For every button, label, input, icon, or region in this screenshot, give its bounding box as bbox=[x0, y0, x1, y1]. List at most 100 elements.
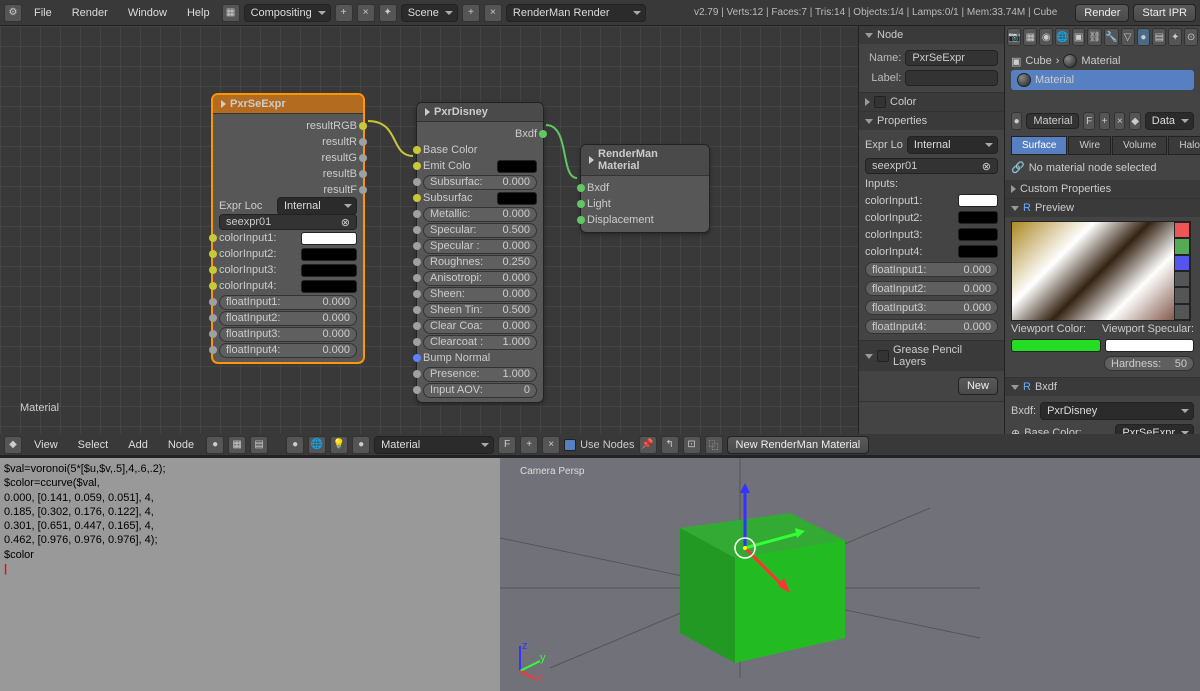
compositor-tree-icon[interactable]: ▦ bbox=[228, 436, 246, 454]
shader-tree-icon[interactable]: ● bbox=[206, 436, 224, 454]
texture-tree-icon[interactable]: ▤ bbox=[250, 436, 268, 454]
data-dropdown[interactable]: Data bbox=[1145, 112, 1194, 130]
modifiers-tab-icon[interactable]: 🔧 bbox=[1104, 28, 1118, 46]
halo-tab[interactable]: Halo bbox=[1168, 136, 1200, 155]
node-editor[interactable]: PxrSeExpr resultRGB resultR resultG resu… bbox=[0, 26, 858, 434]
floatinput4-field[interactable]: floatInput4:0.000 bbox=[219, 343, 357, 358]
preview-sky-icon[interactable] bbox=[1174, 304, 1190, 320]
material-browse-icon[interactable]: ● bbox=[352, 436, 370, 454]
color-swatch[interactable] bbox=[301, 248, 357, 261]
socket-light-in[interactable] bbox=[577, 200, 585, 208]
hardness-field[interactable]: Hardness:50 bbox=[1104, 356, 1194, 371]
select-menu[interactable]: Select bbox=[70, 436, 117, 454]
preview-monkey-icon[interactable] bbox=[1174, 271, 1190, 287]
world-tab-icon[interactable]: 🌐 bbox=[1055, 28, 1069, 46]
lamp-type-icon[interactable]: 💡 bbox=[330, 436, 348, 454]
material-name-field[interactable]: Material bbox=[1026, 113, 1079, 129]
properties-section-header[interactable]: Properties bbox=[859, 112, 1004, 130]
socket-resultr[interactable] bbox=[359, 138, 367, 146]
socket-displacement-in[interactable] bbox=[577, 216, 585, 224]
socket-resultb[interactable] bbox=[359, 170, 367, 178]
socket-bxdf-out[interactable] bbox=[539, 130, 547, 138]
surface-tab[interactable]: Surface bbox=[1011, 136, 1067, 155]
menu-help[interactable]: Help bbox=[179, 4, 218, 22]
node-label-field[interactable] bbox=[905, 70, 998, 86]
wire-tab[interactable]: Wire bbox=[1068, 136, 1111, 155]
render-button[interactable]: Render bbox=[1075, 4, 1129, 22]
grease-section-header[interactable]: Grease Pencil Layers bbox=[859, 341, 1004, 371]
socket-resultg[interactable] bbox=[359, 154, 367, 162]
view-menu[interactable]: View bbox=[26, 436, 66, 454]
layout-dropdown[interactable]: Compositing bbox=[244, 4, 331, 22]
preview-header[interactable]: RPreview bbox=[1005, 199, 1200, 217]
node-pxrdisney[interactable]: PxrDisney Bxdf Base Color Emit Colo Subs… bbox=[416, 102, 544, 403]
floatinput1-field[interactable]: floatInput1:0.000 bbox=[219, 295, 357, 310]
blender-icon[interactable]: ⚙ bbox=[4, 4, 22, 22]
scene-icon[interactable]: ✦ bbox=[379, 4, 397, 22]
custom-props-header[interactable]: Custom Properties bbox=[1005, 180, 1200, 198]
viewport-3d[interactable]: Camera Persp z bbox=[500, 458, 1200, 691]
volume-tab[interactable]: Volume bbox=[1112, 136, 1167, 155]
remove-material-icon[interactable]: × bbox=[1114, 112, 1125, 130]
add-menu[interactable]: Add bbox=[120, 436, 156, 454]
bxdf-header[interactable]: RBxdf bbox=[1005, 378, 1200, 396]
render-tab-icon[interactable]: 📷 bbox=[1007, 28, 1021, 46]
collapse-icon[interactable] bbox=[589, 156, 594, 164]
ipr-button[interactable]: Start IPR bbox=[1133, 4, 1196, 22]
data-tab-icon[interactable]: ▽ bbox=[1121, 28, 1135, 46]
preview-flat-icon[interactable] bbox=[1174, 222, 1190, 238]
viewport-specular-swatch[interactable] bbox=[1105, 339, 1195, 352]
scene-dropdown[interactable]: Scene bbox=[401, 4, 458, 22]
new-grease-button[interactable]: New bbox=[958, 377, 998, 395]
nodes-icon[interactable]: ◆ bbox=[1129, 112, 1140, 130]
color-swatch[interactable] bbox=[301, 232, 357, 245]
expr-name-field[interactable]: seexpr01⊗ bbox=[219, 214, 357, 230]
menu-file[interactable]: File bbox=[26, 4, 60, 22]
socket-colorinput3[interactable] bbox=[209, 266, 217, 274]
world-type-icon[interactable]: 🌐 bbox=[308, 436, 326, 454]
viewport-color-swatch[interactable] bbox=[1011, 339, 1101, 352]
expr-loc-dropdown[interactable]: Internal bbox=[277, 197, 357, 215]
socket-colorinput4[interactable] bbox=[209, 282, 217, 290]
floatinput2-field[interactable]: floatInput2:0.000 bbox=[219, 311, 357, 326]
use-nodes-checkbox[interactable] bbox=[564, 439, 576, 451]
node-menu[interactable]: Node bbox=[160, 436, 202, 454]
add-mat-icon[interactable]: + bbox=[520, 436, 538, 454]
expr-name-field[interactable]: seexpr01⊗ bbox=[865, 158, 998, 174]
preview-cube-icon[interactable] bbox=[1174, 255, 1190, 271]
node-renderman-material[interactable]: RenderMan Material Bxdf Light Displaceme… bbox=[580, 144, 710, 233]
node-pxrseexpr[interactable]: PxrSeExpr resultRGB resultR resultG resu… bbox=[212, 94, 364, 363]
collapse-icon[interactable] bbox=[425, 108, 430, 116]
material-dropdown[interactable]: Material bbox=[374, 436, 494, 454]
engine-dropdown[interactable]: RenderMan Render bbox=[506, 4, 646, 22]
collapse-icon[interactable] bbox=[221, 100, 226, 108]
preview-hair-icon[interactable] bbox=[1174, 287, 1190, 303]
socket-resultf[interactable] bbox=[359, 186, 367, 194]
socket-resultrgb[interactable] bbox=[359, 122, 367, 130]
add-scene-icon[interactable]: + bbox=[462, 4, 480, 22]
floatinput3-field[interactable]: floatInput3:0.000 bbox=[219, 327, 357, 342]
socket-colorinput1[interactable] bbox=[209, 234, 217, 242]
new-renderman-button[interactable]: New RenderMan Material bbox=[727, 436, 870, 454]
go-parent-icon[interactable]: ↰ bbox=[661, 436, 679, 454]
physics-tab-icon[interactable]: ⊙ bbox=[1184, 28, 1198, 46]
node-name-field[interactable]: PxrSeExpr bbox=[905, 50, 998, 66]
remove-layout-icon[interactable]: × bbox=[357, 4, 375, 22]
bxdf-dropdown[interactable]: PxrDisney bbox=[1040, 402, 1194, 420]
color-swatch[interactable] bbox=[301, 280, 357, 293]
pin-icon[interactable]: 📌 bbox=[639, 436, 657, 454]
editor-type-icon[interactable]: ◆ bbox=[4, 436, 22, 454]
particles-tab-icon[interactable]: ✦ bbox=[1168, 28, 1182, 46]
layers-tab-icon[interactable]: ▦ bbox=[1023, 28, 1037, 46]
color-swatch[interactable] bbox=[301, 264, 357, 277]
object-tab-icon[interactable]: ▣ bbox=[1072, 28, 1086, 46]
text-editor[interactable]: $val=voronoi(5*[$u,$v,.5],4,.6,.2); $col… bbox=[0, 458, 500, 691]
socket-bxdf-in[interactable] bbox=[577, 184, 585, 192]
snap-icon[interactable]: ⊡ bbox=[683, 436, 701, 454]
material-browse-icon[interactable]: ● bbox=[1011, 112, 1022, 130]
menu-window[interactable]: Window bbox=[120, 4, 175, 22]
add-material-icon[interactable]: + bbox=[1099, 112, 1110, 130]
scene-tab-icon[interactable]: ◉ bbox=[1039, 28, 1053, 46]
node-section-header[interactable]: Node bbox=[859, 26, 1004, 44]
preview-sphere-icon[interactable] bbox=[1174, 238, 1190, 254]
